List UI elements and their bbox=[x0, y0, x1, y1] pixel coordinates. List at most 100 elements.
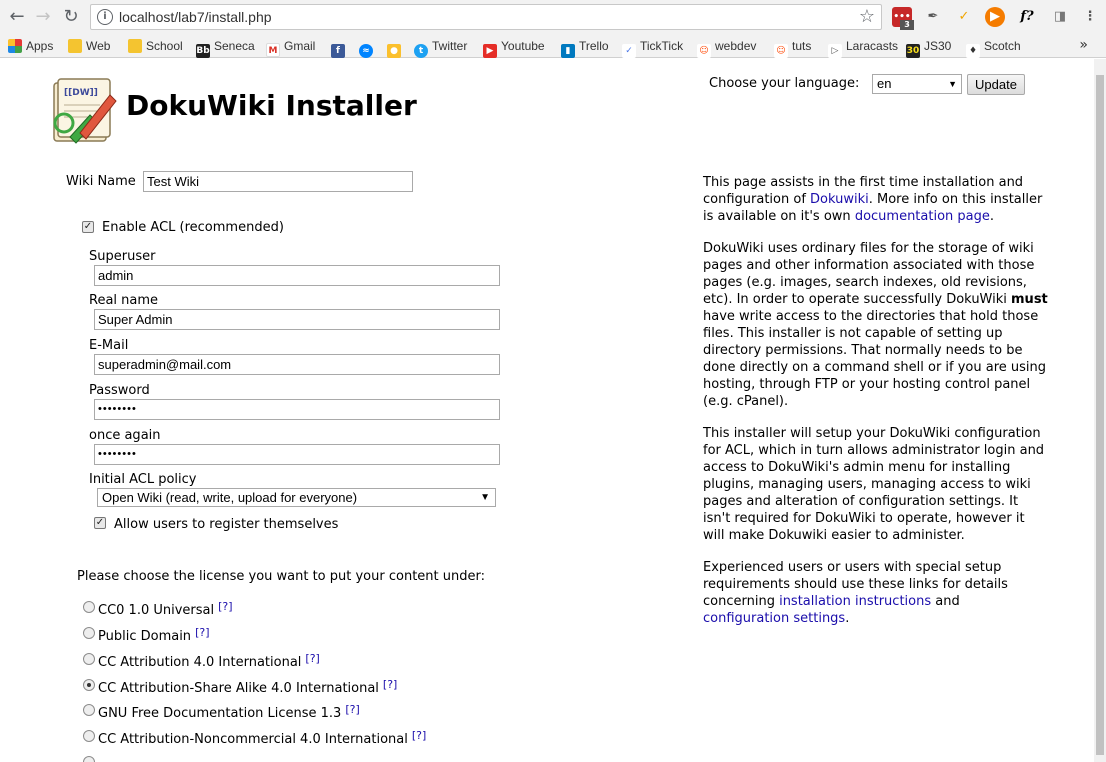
license-radio-cc-by-nc[interactable] bbox=[83, 730, 95, 742]
acl-policy-label: Initial ACL policy bbox=[89, 472, 197, 487]
email-input[interactable]: superadmin@mail.com bbox=[94, 354, 500, 375]
language-select[interactable]: en ▼ bbox=[872, 74, 962, 94]
twitter-icon: t bbox=[414, 44, 428, 58]
license-help-link[interactable]: [?] bbox=[412, 729, 426, 742]
info-paragraph: DokuWiki uses ordinary files for the sto… bbox=[703, 241, 1048, 409]
realname-input[interactable]: Super Admin bbox=[94, 309, 500, 330]
scotch-icon: ♦ bbox=[966, 44, 980, 58]
allow-register-checkbox[interactable]: ✓ bbox=[94, 517, 106, 529]
bookmark-js30[interactable]: 30 JS30 bbox=[906, 37, 951, 58]
more-bookmarks-icon[interactable]: » bbox=[1079, 37, 1088, 53]
license-radio-cc-by[interactable] bbox=[83, 653, 95, 665]
installer-info: This page assists in the first time inst… bbox=[703, 174, 1048, 642]
bookmark-laracasts[interactable]: ▷ Laracasts bbox=[828, 37, 898, 58]
svg-text:[[DW]]: [[DW]] bbox=[64, 88, 98, 98]
license-radio-cc-by-sa[interactable] bbox=[83, 679, 95, 691]
license-option: CC0 1.0 Universal [?] bbox=[98, 600, 233, 618]
language-label: Choose your language: bbox=[709, 76, 860, 91]
license-help-link[interactable]: [?] bbox=[218, 600, 232, 613]
ticktick-extension-icon[interactable]: ✓ bbox=[954, 7, 974, 27]
bookmark-web[interactable]: Web bbox=[68, 37, 110, 55]
password-input[interactable]: •••••••• bbox=[94, 399, 500, 420]
window-extension-icon[interactable]: ◨ bbox=[1050, 7, 1070, 27]
bookmark-facebook[interactable]: f bbox=[331, 37, 349, 58]
license-help-link[interactable]: [?] bbox=[383, 678, 397, 691]
gmail-icon: M bbox=[266, 43, 280, 57]
license-option: CC Attribution-Share Alike 4.0 Internati… bbox=[98, 678, 398, 696]
messenger-icon: ≈ bbox=[359, 44, 373, 58]
address-bar[interactable]: i localhost/lab7/install.php ☆ bbox=[90, 4, 882, 30]
enable-acl-checkbox[interactable]: ✓ bbox=[82, 221, 94, 233]
license-prompt: Please choose the license you want to pu… bbox=[77, 569, 485, 584]
page-title: DokuWiki Installer bbox=[126, 89, 417, 122]
bookmark-seneca[interactable]: Bb Seneca bbox=[196, 37, 255, 58]
forward-icon[interactable]: → bbox=[32, 6, 54, 28]
url-text[interactable]: localhost/lab7/install.php bbox=[119, 9, 272, 25]
dropdown-arrow-icon: ▼ bbox=[480, 492, 490, 503]
configuration-settings-link[interactable]: configuration settings bbox=[703, 611, 845, 626]
dokuwiki-link[interactable]: Dokuwiki bbox=[810, 192, 869, 207]
menu-icon[interactable]: ⋮ bbox=[1080, 7, 1100, 27]
bookmarks-bar: Apps Web School Bb Seneca M Gmail f ≈ ● tT… bbox=[0, 34, 1106, 58]
bookmark-webdev[interactable]: ☺ webdev bbox=[697, 37, 756, 58]
license-radio-gnu-fdl[interactable] bbox=[83, 704, 95, 716]
license-help-link[interactable]: [?] bbox=[195, 626, 209, 639]
play-extension-icon[interactable]: ▶ bbox=[985, 7, 1005, 27]
youtube-icon: ▶ bbox=[483, 44, 497, 58]
license-radio-cc0[interactable] bbox=[83, 601, 95, 613]
installation-instructions-link[interactable]: installation instructions bbox=[779, 594, 931, 609]
acl-policy-select[interactable]: Open Wiki (read, write, upload for every… bbox=[97, 488, 496, 507]
bookmark-scotch[interactable]: ♦ Scotch bbox=[966, 37, 1021, 58]
facebook-icon: f bbox=[331, 44, 345, 58]
password-label: Password bbox=[89, 383, 150, 398]
keep-icon: ● bbox=[387, 44, 401, 58]
realname-label: Real name bbox=[89, 293, 159, 308]
info-paragraph: Experienced users or users with special … bbox=[703, 560, 1008, 626]
dropdown-arrow-icon: ▼ bbox=[948, 79, 957, 89]
js30-icon: 30 bbox=[906, 44, 920, 58]
wiki-name-label: Wiki Name bbox=[66, 174, 136, 189]
license-option: GNU Free Documentation License 1.3 [?] bbox=[98, 703, 360, 721]
superuser-input[interactable]: admin bbox=[94, 265, 500, 286]
license-option: Public Domain [?] bbox=[98, 626, 210, 644]
allow-register-label: Allow users to register themselves bbox=[114, 517, 339, 532]
folder-icon bbox=[128, 39, 142, 53]
superuser-label: Superuser bbox=[89, 249, 156, 264]
license-radio-partial[interactable] bbox=[83, 756, 95, 762]
scrollbar-thumb[interactable] bbox=[1096, 75, 1104, 755]
reddit-icon: ☺ bbox=[697, 44, 711, 58]
bookmark-ticktick[interactable]: ✓ TickTick bbox=[622, 37, 683, 58]
reddit-icon: ☺ bbox=[774, 44, 788, 58]
bookmark-messenger[interactable]: ≈ bbox=[359, 37, 377, 58]
bookmark-keep[interactable]: ● bbox=[387, 37, 405, 58]
update-button[interactable]: Update bbox=[967, 74, 1025, 95]
bookmark-gmail[interactable]: M Gmail bbox=[266, 37, 315, 57]
license-help-link[interactable]: [?] bbox=[305, 652, 319, 665]
eyedropper-icon[interactable]: ✒ bbox=[923, 7, 943, 27]
folder-icon bbox=[68, 39, 82, 53]
page-scrollbar[interactable] bbox=[1094, 59, 1106, 762]
bookmark-star-icon[interactable]: ☆ bbox=[859, 6, 875, 27]
bookmark-youtube[interactable]: ▶ Youtube bbox=[483, 37, 545, 58]
reload-icon[interactable]: ↻ bbox=[60, 6, 82, 28]
extension-badge: 3 bbox=[900, 20, 914, 30]
bookmark-twitter[interactable]: t Twitter bbox=[414, 37, 467, 58]
wiki-name-input[interactable]: Test Wiki bbox=[143, 171, 413, 192]
bookmark-apps[interactable]: Apps bbox=[8, 37, 53, 55]
license-option: CC Attribution-Noncommercial 4.0 Interna… bbox=[98, 729, 427, 747]
trello-icon: ▮ bbox=[561, 44, 575, 58]
page-content: [[DW]] DokuWiki Installer Choose your la… bbox=[0, 59, 1094, 762]
bookmark-trello[interactable]: ▮ Trello bbox=[561, 37, 609, 58]
documentation-link[interactable]: documentation page bbox=[855, 209, 990, 224]
info-paragraph: This installer will setup your DokuWiki … bbox=[703, 426, 1045, 543]
password-again-input[interactable]: •••••••• bbox=[94, 444, 500, 465]
browser-toolbar: ← → ↻ i localhost/lab7/install.php ☆ •••… bbox=[0, 0, 1106, 34]
bookmark-tuts[interactable]: ☺ tuts bbox=[774, 37, 811, 58]
site-info-icon[interactable]: i bbox=[97, 9, 113, 25]
back-icon[interactable]: ← bbox=[6, 6, 28, 28]
license-help-link[interactable]: [?] bbox=[345, 703, 359, 716]
font-extension-icon[interactable]: f? bbox=[1017, 7, 1037, 27]
bookmark-school[interactable]: School bbox=[128, 37, 183, 55]
ticktick-icon: ✓ bbox=[622, 44, 636, 58]
license-radio-public-domain[interactable] bbox=[83, 627, 95, 639]
